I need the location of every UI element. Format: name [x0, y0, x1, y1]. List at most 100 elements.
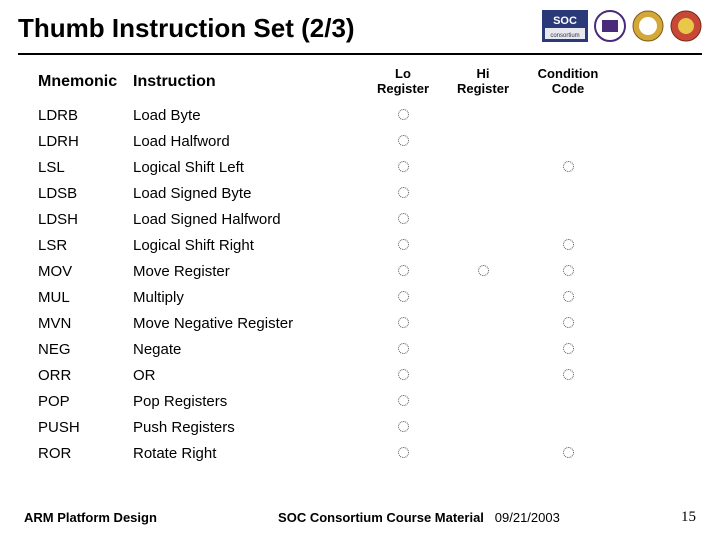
operand-marker-icon [398, 135, 409, 146]
operand-marker-icon [478, 265, 489, 276]
logo-row: SOC consortium [542, 10, 702, 47]
lo-register-cell [363, 341, 443, 358]
instruction-cell: Load Byte [133, 107, 363, 124]
mnemonic-cell: MVN [38, 315, 133, 332]
instruction-cell: Load Signed Halfword [133, 211, 363, 228]
instruction-cell: Logical Shift Left [133, 159, 363, 176]
hi-register-cell [443, 263, 523, 280]
university-logo-1-icon [594, 10, 626, 47]
condition-code-cell [523, 341, 613, 358]
mnemonic-cell: POP [38, 393, 133, 410]
table-header: Mnemonic Instruction LoRegister HiRegist… [38, 67, 692, 103]
mnemonic-cell: NEG [38, 341, 133, 358]
mnemonic-cell: ORR [38, 367, 133, 384]
operand-marker-icon [563, 291, 574, 302]
condition-code-cell [523, 445, 613, 462]
table-row: LDRHLoad Halfword [38, 129, 692, 155]
mnemonic-cell: LDRB [38, 107, 133, 124]
svg-text:consortium: consortium [550, 33, 579, 39]
footer-left: ARM Platform Design [24, 510, 157, 525]
svg-text:SOC: SOC [553, 15, 577, 27]
operand-marker-icon [563, 161, 574, 172]
operand-marker-icon [398, 265, 409, 276]
lo-register-cell [363, 237, 443, 254]
instruction-cell: OR [133, 367, 363, 384]
instruction-cell: Pop Registers [133, 393, 363, 410]
operand-marker-icon [398, 109, 409, 120]
lo-register-cell [363, 211, 443, 228]
table-row: PUSHPush Registers [38, 415, 692, 441]
operand-marker-icon [398, 291, 409, 302]
condition-code-cell [523, 315, 613, 332]
university-logo-3-icon [670, 10, 702, 47]
operand-marker-icon [398, 447, 409, 458]
instruction-cell: Rotate Right [133, 445, 363, 462]
instruction-cell: Negate [133, 341, 363, 358]
lo-register-cell [363, 263, 443, 280]
instruction-cell: Load Halfword [133, 133, 363, 150]
lo-register-cell [363, 107, 443, 124]
lo-register-cell [363, 419, 443, 436]
lo-register-cell [363, 159, 443, 176]
mnemonic-cell: LDSH [38, 211, 133, 228]
operand-marker-icon [398, 343, 409, 354]
lo-register-cell [363, 133, 443, 150]
title-rule [18, 53, 702, 55]
operand-marker-icon [398, 161, 409, 172]
operand-marker-icon [398, 369, 409, 380]
table-row: NEGNegate [38, 337, 692, 363]
condition-code-cell [523, 263, 613, 280]
mnemonic-cell: MUL [38, 289, 133, 306]
table-row: RORRotate Right [38, 441, 692, 467]
table-row: MVNMove Negative Register [38, 311, 692, 337]
operand-marker-icon [398, 213, 409, 224]
page-number: 15 [681, 509, 696, 526]
soc-logo-icon: SOC consortium [542, 10, 588, 47]
mnemonic-cell: ROR [38, 445, 133, 462]
lo-register-cell [363, 315, 443, 332]
col-hi-register: HiRegister [443, 67, 523, 103]
table-row: LDSHLoad Signed Halfword [38, 207, 692, 233]
condition-code-cell [523, 367, 613, 384]
operand-marker-icon [563, 317, 574, 328]
condition-code-cell [523, 289, 613, 306]
lo-register-cell [363, 393, 443, 410]
instruction-cell: Logical Shift Right [133, 237, 363, 254]
instruction-table: Mnemonic Instruction LoRegister HiRegist… [0, 61, 720, 467]
condition-code-cell [523, 159, 613, 176]
mnemonic-cell: MOV [38, 263, 133, 280]
instruction-cell: Move Negative Register [133, 315, 363, 332]
page-title: Thumb Instruction Set (2/3) [18, 13, 355, 44]
table-row: POPPop Registers [38, 389, 692, 415]
university-logo-2-icon [632, 10, 664, 47]
operand-marker-icon [563, 265, 574, 276]
operand-marker-icon [398, 421, 409, 432]
table-row: MULMultiply [38, 285, 692, 311]
instruction-cell: Push Registers [133, 419, 363, 436]
operand-marker-icon [398, 187, 409, 198]
lo-register-cell [363, 367, 443, 384]
condition-code-cell [523, 237, 613, 254]
col-condition-code: ConditionCode [523, 67, 613, 103]
table-row: LSLLogical Shift Left [38, 155, 692, 181]
col-instruction: Instruction [133, 73, 363, 97]
col-mnemonic: Mnemonic [38, 73, 133, 97]
operand-marker-icon [398, 239, 409, 250]
mnemonic-cell: LDRH [38, 133, 133, 150]
instruction-cell: Move Register [133, 263, 363, 280]
table-row: LDRBLoad Byte [38, 103, 692, 129]
col-lo-register: LoRegister [363, 67, 443, 103]
mnemonic-cell: LDSB [38, 185, 133, 202]
instruction-cell: Load Signed Byte [133, 185, 363, 202]
operand-marker-icon [563, 369, 574, 380]
mnemonic-cell: PUSH [38, 419, 133, 436]
lo-register-cell [363, 445, 443, 462]
table-row: LDSBLoad Signed Byte [38, 181, 692, 207]
table-row: MOVMove Register [38, 259, 692, 285]
operand-marker-icon [398, 395, 409, 406]
lo-register-cell [363, 289, 443, 306]
mnemonic-cell: LSL [38, 159, 133, 176]
instruction-cell: Multiply [133, 289, 363, 306]
table-row: LSRLogical Shift Right [38, 233, 692, 259]
footer-center: SOC Consortium Course Material 09/21/200… [157, 510, 681, 525]
